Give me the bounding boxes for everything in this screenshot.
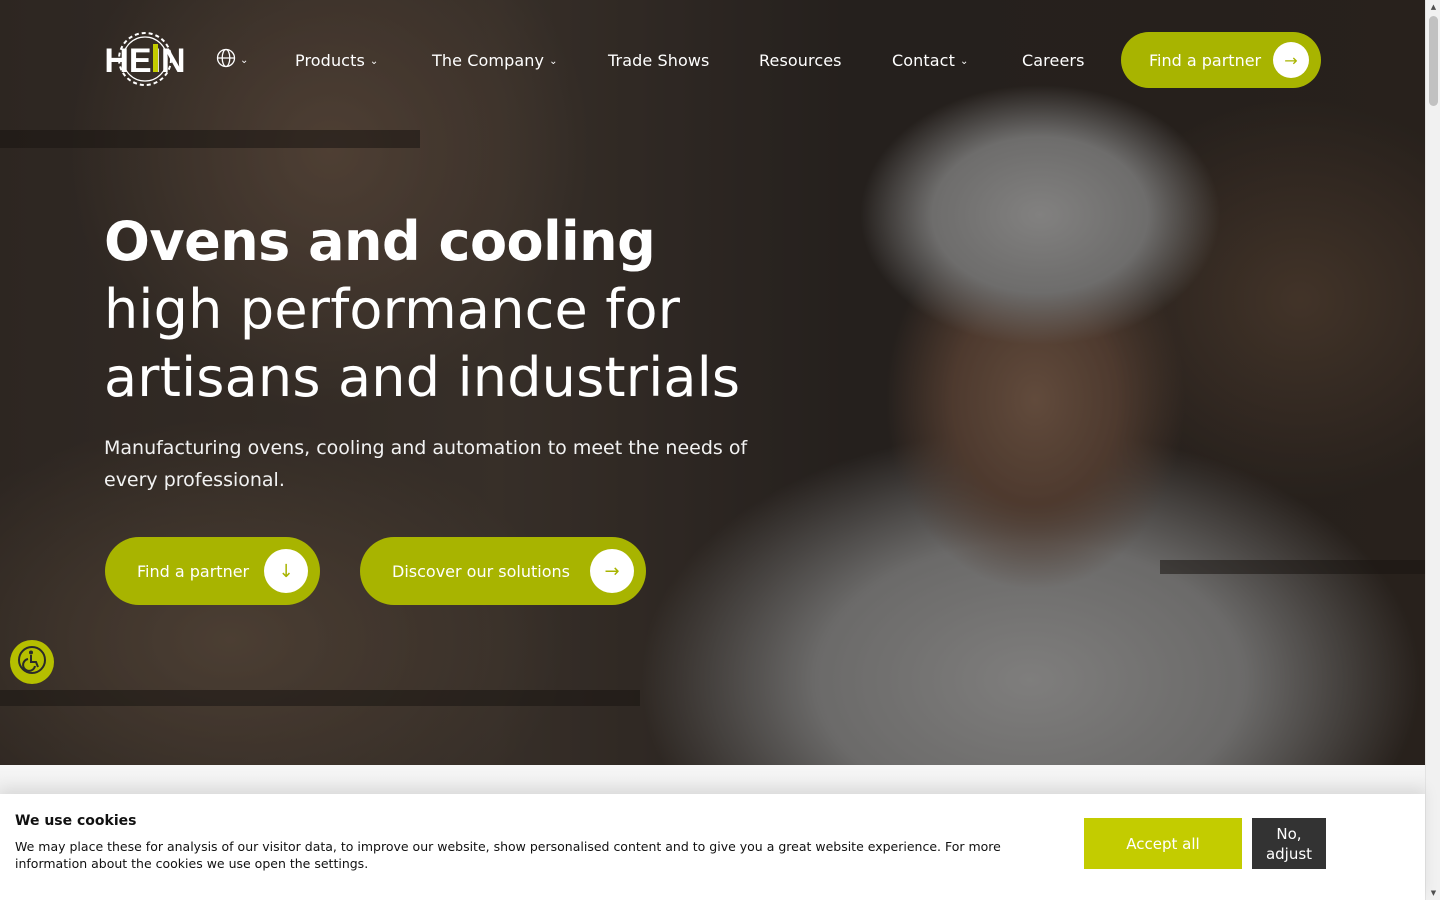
find-partner-nav-button[interactable]: Find a partner →: [1121, 32, 1321, 88]
nav-item-contact[interactable]: Contact ⌄: [892, 48, 968, 72]
nav-item-resources[interactable]: Resources: [759, 48, 842, 72]
find-partner-button[interactable]: Find a partner ↓: [105, 537, 320, 605]
hero-title-light: high performance for artisans and indust…: [104, 278, 741, 409]
nav-label: Contact: [892, 50, 955, 70]
globe-icon: [216, 48, 236, 72]
hero-lead: Manufacturing ovens, cooling and automat…: [104, 437, 748, 491]
chevron-down-icon: ⌄: [549, 55, 558, 67]
nav-label: Trade Shows: [608, 50, 710, 70]
discover-solutions-button[interactable]: Discover our solutions →: [360, 537, 646, 605]
button-label: Find a partner: [137, 561, 250, 581]
language-selector[interactable]: ⌄: [216, 48, 252, 72]
section-divider: [0, 765, 1425, 795]
arrow-right-icon: →: [590, 549, 634, 593]
nav-label: Careers: [1022, 50, 1085, 70]
cookie-text: We may place these for analysis of our v…: [15, 839, 1001, 871]
chevron-down-icon: ⌄: [369, 55, 379, 67]
accept-all-button[interactable]: Accept all: [1084, 818, 1242, 869]
nav-item-the-company[interactable]: The Company ⌄: [432, 48, 558, 72]
nav-label: Products: [295, 50, 365, 70]
nav-item-products[interactable]: Products ⌄: [295, 48, 378, 72]
cookie-title: We use cookies: [15, 813, 137, 829]
hero-title-bold: Ovens and cooling: [104, 210, 656, 273]
nav-label: Resources: [759, 50, 842, 70]
scrollbar-thumb[interactable]: [1429, 16, 1438, 106]
accessibility-button[interactable]: [10, 640, 54, 684]
page-scrollbar[interactable]: ▲ ▼: [1425, 0, 1440, 900]
nav-item-careers[interactable]: Careers: [1022, 48, 1085, 72]
chevron-down-icon: ⌄: [959, 55, 969, 67]
scroll-down-icon[interactable]: ▼: [1429, 889, 1438, 897]
arrow-right-icon: →: [1273, 42, 1309, 78]
cookie-banner: We use cookies We may place these for an…: [0, 794, 1425, 900]
arrow-down-icon: ↓: [264, 549, 308, 593]
no-adjust-button[interactable]: No, adjust: [1252, 818, 1326, 869]
button-label: Discover our solutions: [392, 561, 570, 581]
accessibility-icon: [17, 645, 47, 679]
hein-logo[interactable]: HEIN: [104, 30, 186, 88]
nav-item-trade-shows[interactable]: Trade Shows: [608, 48, 710, 72]
scroll-up-icon[interactable]: ▲: [1429, 3, 1438, 11]
button-label: Find a partner: [1149, 50, 1262, 70]
svg-text:HEIN: HEIN: [104, 42, 185, 80]
chevron-down-icon: ⌄: [240, 54, 249, 66]
nav-label: The Company: [432, 50, 545, 70]
